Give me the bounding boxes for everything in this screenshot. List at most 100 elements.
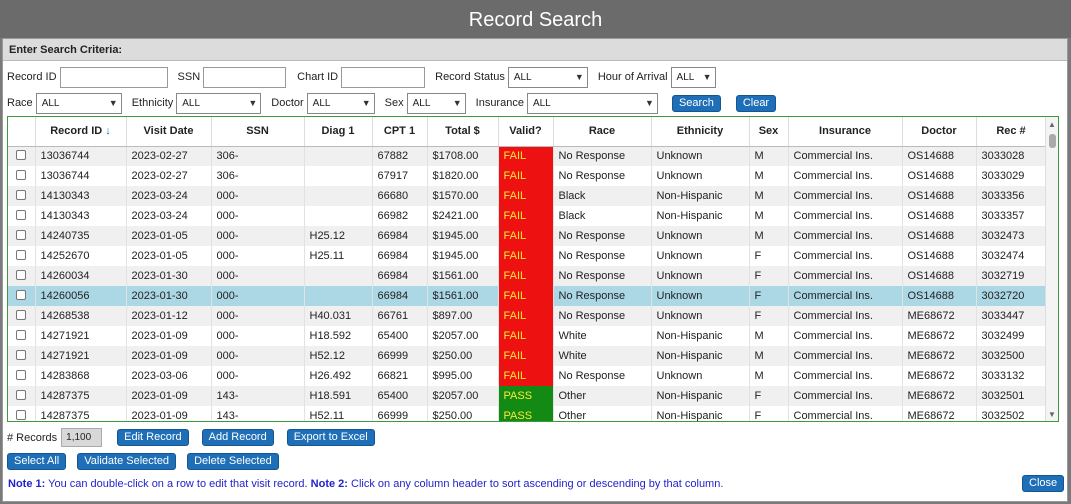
row-checkbox[interactable]	[16, 269, 27, 280]
row-checkbox[interactable]	[16, 149, 27, 160]
header-diag-1[interactable]: Diag 1	[304, 117, 373, 147]
search-button[interactable]: Search	[671, 94, 721, 112]
cell-diag-1	[304, 166, 373, 186]
record-id-input[interactable]	[59, 66, 168, 88]
header-ssn[interactable]: SSN	[211, 117, 305, 147]
row-checkbox[interactable]	[16, 169, 27, 180]
table-row[interactable]: 14260034 2023-01-30 000- 66984 $1561.00 FAIL N…	[8, 266, 1047, 286]
cell-insurance: Commercial Ins.	[788, 346, 903, 366]
table-row[interactable]: 14240735 2023-01-05 000- H25.12 66984 $1945.0…	[8, 226, 1047, 246]
record-id-label: Record ID	[7, 71, 57, 83]
row-checkbox[interactable]	[16, 229, 27, 240]
row-checkbox[interactable]	[16, 249, 27, 260]
cell-diag-1: H52.11	[304, 406, 373, 421]
cell-visit-date: 2023-03-24	[126, 186, 212, 206]
note-2-text: Click on any column header to sort ascen…	[351, 478, 724, 490]
cell-sex: M	[749, 206, 789, 226]
sex-select[interactable]: ALL ▼	[406, 92, 466, 114]
cell-ssn: 143-	[211, 386, 305, 406]
cell-doctor: OS14688	[902, 266, 977, 286]
row-checkbox[interactable]	[16, 389, 27, 400]
header-valid[interactable]: Valid?	[498, 117, 554, 147]
scrollbar-thumb[interactable]	[1049, 134, 1056, 148]
close-button[interactable]: Close	[1022, 475, 1065, 492]
scroll-up-icon[interactable]: ▲	[1048, 120, 1056, 129]
select-all-button[interactable]: Select All	[7, 453, 67, 470]
table-row[interactable]: 14271921 2023-01-09 000- H18.592 65400 $2057.…	[8, 326, 1047, 346]
header-doctor[interactable]: Doctor	[902, 117, 977, 147]
cell-rec-num: 3032720	[976, 286, 1047, 306]
export-to-excel-button[interactable]: Export to Excel	[286, 429, 375, 446]
cell-race: No Response	[553, 306, 652, 326]
cell-race: No Response	[553, 226, 652, 246]
cell-rec-num: 3033029	[976, 166, 1047, 186]
help-notes: Note 1: You can double-click on a row to…	[8, 478, 723, 490]
row-select-cell	[8, 206, 36, 226]
cell-doctor: OS14688	[902, 146, 977, 166]
header-cpt-1[interactable]: CPT 1	[372, 117, 428, 147]
cell-ethnicity: Unknown	[651, 226, 750, 246]
record-status-select[interactable]: ALL ▼	[507, 66, 588, 88]
cell-cpt-1: 67882	[372, 146, 428, 166]
header-visit-date[interactable]: Visit Date	[126, 117, 212, 147]
table-row[interactable]: 14130343 2023-03-24 000- 66680 $1570.00 FAIL B…	[8, 186, 1047, 206]
clear-button[interactable]: Clear	[735, 94, 777, 112]
chart-id-input[interactable]	[341, 66, 426, 88]
ssn-input[interactable]	[203, 66, 287, 88]
chevron-down-icon: ▼	[361, 98, 371, 108]
table-row[interactable]: 14260056 2023-01-30 000- 66984 $1561.00 FAIL N…	[8, 286, 1047, 306]
cell-valid: FAIL	[498, 146, 554, 166]
add-record-button[interactable]: Add Record	[201, 429, 274, 446]
cell-total: $2057.00	[427, 386, 499, 406]
hour-of-arrival-label: Hour of Arrival	[597, 71, 668, 83]
header-rec-num[interactable]: Rec #	[976, 117, 1047, 147]
row-checkbox[interactable]	[16, 289, 27, 300]
race-select[interactable]: ALL ▼	[35, 92, 122, 114]
table-row[interactable]: 14271921 2023-01-09 000- H52.12 66999 $250.00…	[8, 346, 1047, 366]
header-record-id[interactable]: Record ID ↓	[35, 117, 127, 147]
row-checkbox[interactable]	[16, 329, 27, 340]
cell-record-id: 14260034	[35, 266, 127, 286]
cell-rec-num: 3032474	[976, 246, 1047, 266]
cell-ssn: 000-	[211, 246, 305, 266]
table-row[interactable]: 14252670 2023-01-05 000- H25.11 66984 $1945.0…	[8, 246, 1047, 266]
row-checkbox[interactable]	[16, 349, 27, 360]
scroll-down-icon[interactable]: ▼	[1048, 410, 1056, 419]
table-row[interactable]: 14268538 2023-01-12 000- H40.031 66761 $897.0…	[8, 306, 1047, 326]
cell-sex: M	[749, 186, 789, 206]
insurance-select[interactable]: ALL ▼	[526, 92, 658, 114]
header-sex[interactable]: Sex	[749, 117, 789, 147]
cell-valid: FAIL	[498, 266, 554, 286]
header-race[interactable]: Race	[553, 117, 652, 147]
delete-selected-button[interactable]: Delete Selected	[187, 453, 279, 470]
header-total[interactable]: Total $	[427, 117, 499, 147]
header-ethnicity[interactable]: Ethnicity	[651, 117, 750, 147]
cell-valid: FAIL	[498, 186, 554, 206]
table-row[interactable]: 13036744 2023-02-27 306- 67917 $1820.00 FAIL N…	[8, 166, 1047, 186]
cell-diag-1: H25.12	[304, 226, 373, 246]
cell-rec-num: 3032719	[976, 266, 1047, 286]
cell-ethnicity: Unknown	[651, 286, 750, 306]
vertical-scrollbar[interactable]: ▲ ▼	[1045, 117, 1058, 421]
ethnicity-select[interactable]: ALL ▼	[176, 92, 262, 114]
table-row[interactable]: 14287375 2023-01-09 143- H52.11 66999 $250.00…	[8, 406, 1047, 421]
row-checkbox[interactable]	[16, 409, 27, 420]
row-checkbox[interactable]	[16, 369, 27, 380]
cell-visit-date: 2023-01-09	[126, 326, 212, 346]
header-insurance[interactable]: Insurance	[788, 117, 903, 147]
records-count-field: 1,100	[61, 428, 103, 447]
validate-selected-button[interactable]: Validate Selected	[77, 453, 177, 470]
cell-valid: PASS	[498, 406, 554, 421]
doctor-select[interactable]: ALL ▼	[306, 92, 375, 114]
cell-cpt-1: 65400	[372, 386, 428, 406]
table-row[interactable]: 14283868 2023-03-06 000- H26.492 66821 $995.0…	[8, 366, 1047, 386]
row-checkbox[interactable]	[16, 189, 27, 200]
hour-of-arrival-select[interactable]: ALL ▼	[670, 66, 716, 88]
table-row[interactable]: 13036744 2023-02-27 306- 67882 $1708.00 FAIL N…	[8, 146, 1047, 166]
cell-record-id: 14271921	[35, 346, 127, 366]
row-checkbox[interactable]	[16, 209, 27, 220]
row-checkbox[interactable]	[16, 309, 27, 320]
table-row[interactable]: 14130343 2023-03-24 000- 66982 $2421.00 FAIL B…	[8, 206, 1047, 226]
table-row[interactable]: 14287375 2023-01-09 143- H18.591 65400 $2057.…	[8, 386, 1047, 406]
edit-record-button[interactable]: Edit Record	[117, 429, 189, 446]
